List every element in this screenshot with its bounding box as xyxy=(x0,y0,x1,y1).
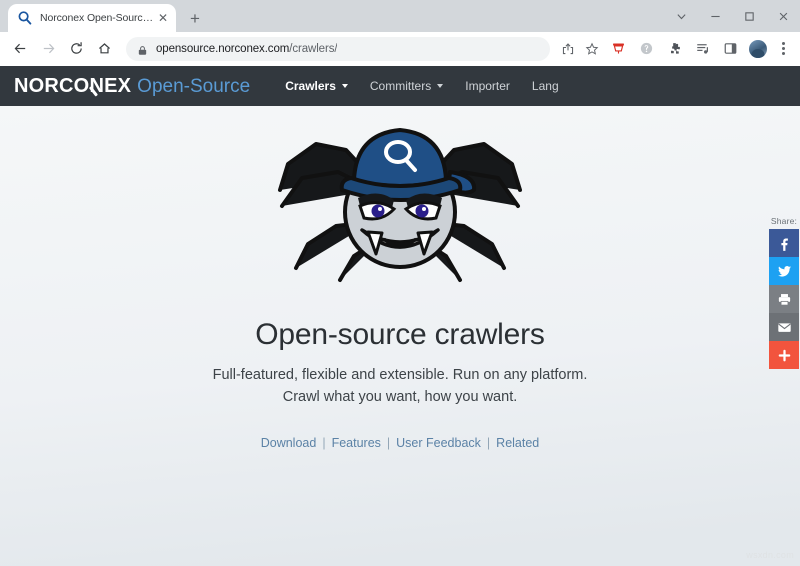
address-path: /crawlers/ xyxy=(289,42,338,55)
hero-link-row: Download | Features | User Feedback | Re… xyxy=(261,436,540,450)
twitter-icon xyxy=(777,265,791,277)
close-window-button[interactable] xyxy=(766,0,800,32)
tab-search-button[interactable] xyxy=(664,0,698,32)
share-twitter-button[interactable] xyxy=(769,257,799,285)
forward-button[interactable] xyxy=(34,35,62,63)
chevron-down-icon xyxy=(341,84,348,88)
page-viewport: NORCONEX Open-Source Crawlers Committers… xyxy=(0,66,800,566)
nav-item-lang[interactable]: Lang xyxy=(521,79,570,93)
page-title: Open-source crawlers xyxy=(255,318,545,351)
printer-icon xyxy=(778,293,790,306)
extension-icon-red-clipper[interactable] xyxy=(604,35,632,63)
hero-section: Open-source crawlers Full-featured, flex… xyxy=(0,106,800,566)
home-button[interactable] xyxy=(90,35,118,63)
reading-queue-icon[interactable] xyxy=(688,35,716,63)
share-page-icon[interactable] xyxy=(556,35,580,63)
tab-close-button[interactable]: ✕ xyxy=(156,11,170,25)
link-separator: | xyxy=(386,435,391,450)
site-nav-items: Crawlers Committers Importer Lang xyxy=(274,79,569,93)
envelope-icon xyxy=(777,322,791,332)
nav-item-crawlers[interactable]: Crawlers xyxy=(274,79,359,93)
facebook-icon xyxy=(780,237,788,251)
hero-content: Open-source crawlers Full-featured, flex… xyxy=(0,106,800,450)
hero-subheading-line2: Crawl what you want, how you want. xyxy=(282,389,518,406)
link-related[interactable]: Related xyxy=(496,436,539,450)
nav-item-committers-label: Committers xyxy=(369,79,432,93)
bookmark-star-icon[interactable] xyxy=(580,35,604,63)
profile-avatar[interactable] xyxy=(744,35,772,63)
plus-icon xyxy=(778,349,790,361)
browser-toolbar: opensource.norconex.com/crawlers/ xyxy=(0,32,800,66)
link-separator: | xyxy=(486,435,491,450)
chrome-menu-kebab[interactable] xyxy=(772,37,794,61)
new-tab-button[interactable]: + xyxy=(182,5,208,31)
nav-item-importer-label: Importer xyxy=(465,79,510,93)
extensions-puzzle-icon[interactable] xyxy=(660,35,688,63)
reload-button[interactable] xyxy=(62,35,90,63)
watermark: wsxdn.com xyxy=(746,550,794,560)
share-rail: Share: xyxy=(768,216,800,369)
back-button[interactable] xyxy=(6,35,34,63)
logo-tagline: Open-Source xyxy=(137,75,251,97)
share-print-button[interactable] xyxy=(769,285,799,313)
hero-subheading-line1: Full-featured, flexible and extensible. … xyxy=(212,367,588,383)
extension-icon-grey-key[interactable] xyxy=(632,35,660,63)
share-more-button[interactable] xyxy=(769,341,799,369)
address-bar[interactable]: opensource.norconex.com/crawlers/ xyxy=(126,36,550,61)
link-features[interactable]: Features xyxy=(332,436,381,450)
address-bar-text: opensource.norconex.com/crawlers/ xyxy=(156,43,337,55)
minimize-button[interactable] xyxy=(698,0,732,32)
browser-tab[interactable]: Norconex Open-Source Crawlers ✕ xyxy=(8,4,176,32)
link-user-feedback[interactable]: User Feedback xyxy=(396,436,481,450)
norconex-spider-mascot xyxy=(278,128,522,282)
toolbar-extensions xyxy=(604,35,794,63)
logo-brand: NORCONEX xyxy=(14,75,131,98)
share-label: Share: xyxy=(770,216,798,226)
hero-subheading: Full-featured, flexible and extensible. … xyxy=(213,364,588,409)
browser-window: Norconex Open-Source Crawlers ✕ + xyxy=(0,0,800,566)
nav-item-importer[interactable]: Importer xyxy=(454,79,521,93)
site-navigation-bar: NORCONEX Open-Source Crawlers Committers… xyxy=(0,66,800,106)
nav-item-lang-label: Lang xyxy=(531,79,559,93)
chevron-down-icon xyxy=(437,84,444,88)
link-download[interactable]: Download xyxy=(261,436,317,450)
site-logo[interactable]: NORCONEX Open-Source xyxy=(14,75,250,98)
avatar xyxy=(749,39,767,58)
share-facebook-button[interactable] xyxy=(769,229,799,257)
nav-item-committers[interactable]: Committers xyxy=(359,79,454,93)
side-panel-icon[interactable] xyxy=(716,35,744,63)
link-separator: | xyxy=(322,435,326,450)
tab-title: Norconex Open-Source Crawlers xyxy=(40,12,156,24)
address-host: opensource.norconex.com xyxy=(156,42,290,55)
window-controls xyxy=(664,0,800,32)
site-secure-lock-icon xyxy=(137,43,148,55)
logo-brand-text: NORCONEX xyxy=(14,74,132,97)
omnibox-actions xyxy=(556,35,604,63)
magnifier-favicon xyxy=(17,10,33,26)
maximize-button[interactable] xyxy=(732,0,766,32)
share-email-button[interactable] xyxy=(769,313,799,341)
nav-item-crawlers-label: Crawlers xyxy=(285,79,336,93)
tab-strip: Norconex Open-Source Crawlers ✕ + xyxy=(0,0,800,32)
